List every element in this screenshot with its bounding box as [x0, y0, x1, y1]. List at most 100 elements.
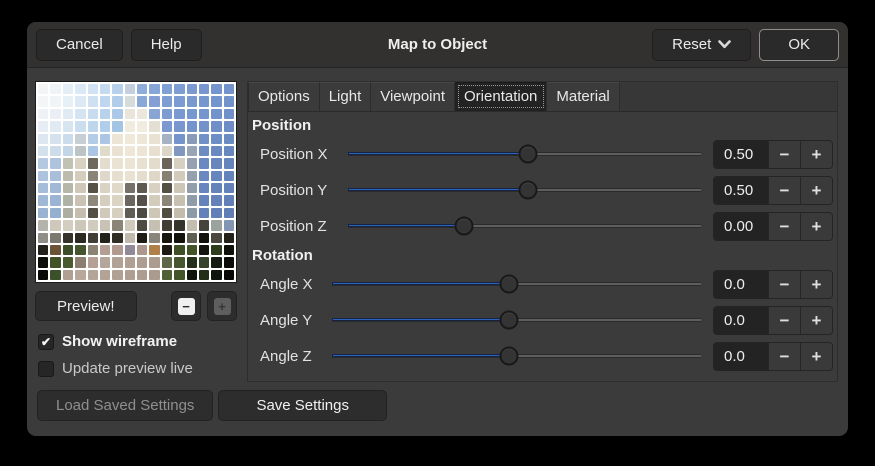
position-y-increase-button[interactable]: + [800, 176, 832, 204]
angle-x-increase-button[interactable]: + [800, 270, 832, 298]
preview-cell [161, 232, 173, 243]
preview-cell [38, 207, 49, 219]
preview-cell [149, 195, 160, 206]
preview-cell [75, 133, 86, 144]
slider-fill [348, 152, 529, 155]
tab-light[interactable]: Light [319, 82, 372, 111]
preview-cell [112, 195, 123, 206]
save-settings-button[interactable]: Save Settings [218, 390, 387, 421]
slider-row: Position Z 0.00 − + [250, 208, 833, 244]
preview-cell [198, 158, 210, 169]
slider-fill [348, 224, 465, 227]
preview-cell [38, 145, 49, 157]
angle-y-increase-button[interactable]: + [800, 306, 832, 334]
preview-cell [211, 145, 222, 157]
preview-cell [87, 158, 98, 169]
preview-cell [223, 244, 234, 256]
update-preview-live-checkbox[interactable]: Update preview live [35, 360, 237, 377]
show-wireframe-checkbox[interactable]: ✔ Show wireframe [35, 333, 237, 350]
preview-cell [75, 170, 86, 181]
angle-y-decrease-button[interactable]: − [768, 306, 800, 334]
position-x-value[interactable]: 0.50 [714, 140, 768, 168]
preview-cell [87, 133, 98, 144]
preview-cell [38, 183, 49, 194]
preview-cell [112, 170, 123, 181]
angle-x-value[interactable]: 0.0 [714, 270, 768, 298]
preview-cell [211, 133, 222, 144]
preview-cell [149, 145, 160, 157]
slider-thumb[interactable] [499, 274, 519, 294]
preview-area[interactable] [35, 81, 237, 283]
zoom-in-button[interactable]: + [207, 291, 237, 321]
position-z-decrease-button[interactable]: − [768, 212, 800, 240]
angle-y-slider[interactable] [332, 307, 701, 333]
preview-cell [124, 121, 135, 132]
zoom-out-button[interactable]: − [171, 291, 201, 321]
preview-cell [38, 195, 49, 206]
slider-thumb[interactable] [518, 180, 538, 200]
tab-material[interactable]: Material [547, 82, 620, 111]
cancel-button[interactable]: Cancel [36, 28, 123, 61]
dialog-title: Map to Object [387, 36, 488, 53]
checkbox-checked-icon[interactable]: ✔ [38, 333, 54, 350]
angle-z-increase-button[interactable]: + [800, 342, 832, 370]
ok-button[interactable]: OK [759, 28, 839, 61]
footer: Load Saved Settings Save Settings [27, 382, 848, 436]
preview-cell [99, 108, 111, 120]
preview-cell [149, 183, 160, 194]
preview-cell [99, 220, 111, 231]
help-button[interactable]: Help [130, 28, 202, 61]
preview-cell [62, 269, 74, 280]
preview-cell [62, 257, 74, 268]
preview-cell [198, 183, 210, 194]
preview-cell [174, 158, 185, 169]
tab-options[interactable]: Options [248, 82, 320, 111]
tab-orientation[interactable]: Orientation [455, 82, 548, 111]
preview-cell [87, 108, 98, 120]
preview-cell [161, 121, 173, 132]
preview-cell [87, 170, 98, 181]
position-z-value[interactable]: 0.00 [714, 212, 768, 240]
angle-z-decrease-button[interactable]: − [768, 342, 800, 370]
position-z-increase-button[interactable]: + [800, 212, 832, 240]
load-saved-settings-button[interactable]: Load Saved Settings [37, 390, 214, 421]
angle-x-decrease-button[interactable]: − [768, 270, 800, 298]
preview-cell [223, 158, 234, 169]
preview-cell [223, 133, 234, 144]
preview-cell [75, 244, 86, 256]
angle-z-slider[interactable] [332, 343, 701, 369]
preview-cell [161, 158, 173, 169]
position-z-slider[interactable] [348, 213, 701, 239]
slider-thumb[interactable] [454, 216, 474, 236]
position-y-value[interactable]: 0.50 [714, 176, 768, 204]
angle-y-value[interactable]: 0.0 [714, 306, 768, 334]
preview-cell [174, 133, 185, 144]
position-y-decrease-button[interactable]: − [768, 176, 800, 204]
preview-cell [112, 183, 123, 194]
preview-cell [223, 257, 234, 268]
preview-cell [186, 195, 197, 206]
angle-z-label: Angle Z [260, 347, 312, 365]
position-y-slider[interactable] [348, 177, 701, 203]
angle-x-slider[interactable] [332, 271, 701, 297]
preview-cell [198, 220, 210, 231]
preview-cell [99, 232, 111, 243]
tab-viewpoint[interactable]: Viewpoint [371, 82, 456, 111]
slider-thumb[interactable] [518, 144, 538, 164]
preview-cell [211, 257, 222, 268]
preview-button[interactable]: Preview! [35, 291, 137, 321]
position-x-decrease-button[interactable]: − [768, 140, 800, 168]
slider-fill [348, 188, 529, 191]
reset-button[interactable]: Reset [652, 28, 752, 61]
preview-cell [38, 232, 49, 243]
slider-row: Position Y 0.50 − + [250, 172, 833, 208]
position-x-increase-button[interactable]: + [800, 140, 832, 168]
position-x-slider[interactable] [348, 141, 701, 167]
preview-cell [75, 96, 86, 107]
slider-thumb[interactable] [499, 346, 519, 366]
preview-cell [50, 121, 61, 132]
checkbox-unchecked-icon[interactable] [38, 360, 54, 377]
slider-thumb[interactable] [499, 310, 519, 330]
preview-cell [174, 232, 185, 243]
angle-z-value[interactable]: 0.0 [714, 342, 768, 370]
